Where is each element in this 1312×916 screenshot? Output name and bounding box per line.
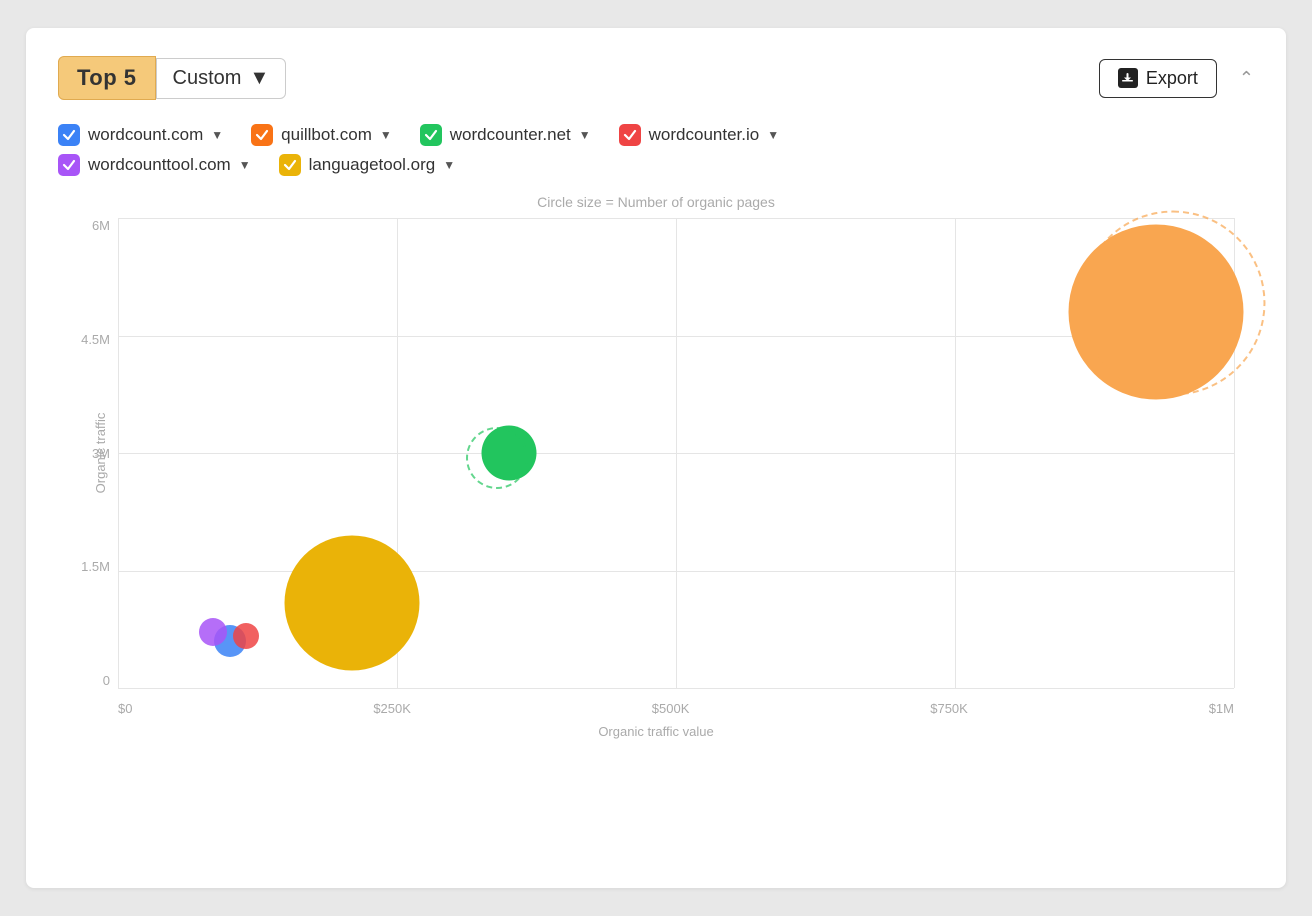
bubble-wordcounter_io_solid	[233, 623, 259, 649]
legend-container: wordcount.com ▼ quillbot.com ▼ wordcount…	[58, 124, 1254, 176]
legend-item-wordcount[interactable]: wordcount.com ▼	[58, 124, 223, 146]
legend-label-wordcounter_net: wordcounter.net	[450, 125, 571, 145]
x-label: $500K	[652, 701, 690, 716]
legend-label-wordcounter_io: wordcounter.io	[649, 125, 760, 145]
legend-label-wordcounttool: wordcounttool.com	[88, 155, 231, 175]
x-labels: $0 $250K $500K $750K $1M	[118, 701, 1234, 716]
legend-chevron-quillbot[interactable]: ▼	[380, 128, 392, 142]
checkbox-languagetool[interactable]	[279, 154, 301, 176]
bubble-quillbot_dashed	[1080, 210, 1265, 395]
export-button[interactable]: Export	[1099, 59, 1217, 98]
y-label: 0	[66, 673, 110, 688]
legend-item-languagetool[interactable]: languagetool.org ▼	[279, 154, 456, 176]
legend-chevron-wordcounttool[interactable]: ▼	[239, 158, 251, 172]
legend-row-2: wordcounttool.com ▼ languagetool.org ▼	[58, 154, 1254, 176]
grid-line-v	[955, 218, 956, 688]
chevron-down-icon: ▼	[249, 67, 269, 90]
legend-item-quillbot[interactable]: quillbot.com ▼	[251, 124, 392, 146]
chart-title: Circle size = Number of organic pages	[58, 194, 1254, 210]
grid-line-h	[118, 688, 1234, 689]
y-label: 1.5M	[66, 559, 110, 574]
top5-badge[interactable]: Top 5	[58, 56, 156, 100]
grid-line-v	[676, 218, 677, 688]
x-label: $750K	[930, 701, 968, 716]
x-label: $1M	[1209, 701, 1234, 716]
legend-chevron-wordcounter_io[interactable]: ▼	[767, 128, 779, 142]
chart-container: Circle size = Number of organic pages Or…	[58, 194, 1254, 734]
x-label: $0	[118, 701, 132, 716]
legend-item-wordcounttool[interactable]: wordcounttool.com ▼	[58, 154, 251, 176]
export-icon	[1118, 68, 1138, 88]
collapse-icon[interactable]: ⌃	[1239, 68, 1254, 89]
legend-label-wordcount: wordcount.com	[88, 125, 203, 145]
legend-label-quillbot: quillbot.com	[281, 125, 372, 145]
legend-row-1: wordcount.com ▼ quillbot.com ▼ wordcount…	[58, 124, 1254, 146]
x-label: $250K	[373, 701, 411, 716]
checkbox-wordcounter_io[interactable]	[619, 124, 641, 146]
grid-line-v	[118, 218, 119, 688]
x-axis-label: Organic traffic value	[58, 724, 1254, 739]
main-card: Top 5 Custom ▼ Export ⌃ wordcount.com ▼	[26, 28, 1286, 888]
top-bar: Top 5 Custom ▼ Export ⌃	[58, 56, 1254, 100]
legend-item-wordcounter_io[interactable]: wordcounter.io ▼	[619, 124, 779, 146]
y-label: 3M	[66, 446, 110, 461]
checkbox-wordcounttool[interactable]	[58, 154, 80, 176]
checkbox-wordcounter_net[interactable]	[420, 124, 442, 146]
y-label: 4.5M	[66, 332, 110, 347]
legend-chevron-wordcounter_net[interactable]: ▼	[579, 128, 591, 142]
bubble-wordcounttool_solid	[199, 618, 227, 646]
chart-area: Organic traffic 6M4.5M3M1.5M0 $0$250K$50…	[118, 218, 1234, 688]
top-left-controls: Top 5 Custom ▼	[58, 56, 286, 100]
bubble-languagetool_solid	[285, 536, 420, 671]
bubble-wordcounter_net_dashed	[466, 427, 528, 489]
checkbox-quillbot[interactable]	[251, 124, 273, 146]
legend-chevron-languagetool[interactable]: ▼	[443, 158, 455, 172]
legend-label-languagetool: languagetool.org	[309, 155, 436, 175]
legend-chevron-wordcount[interactable]: ▼	[211, 128, 223, 142]
custom-dropdown[interactable]: Custom ▼	[156, 58, 287, 99]
y-labels: 6M 4.5M 3M 1.5M 0	[66, 218, 110, 688]
checkbox-wordcount[interactable]	[58, 124, 80, 146]
y-label: 6M	[66, 218, 110, 233]
legend-item-wordcounter_net[interactable]: wordcounter.net ▼	[420, 124, 591, 146]
